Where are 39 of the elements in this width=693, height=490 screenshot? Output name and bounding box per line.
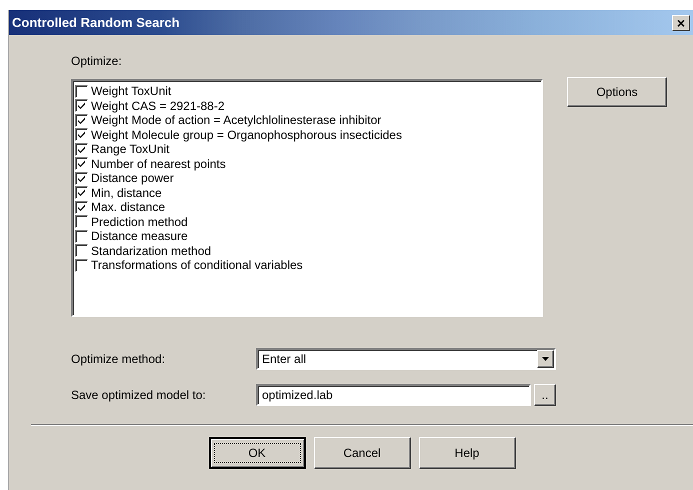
dropdown-value: Enter all <box>262 351 306 368</box>
checkbox[interactable] <box>75 186 88 200</box>
checkbox-list[interactable] <box>71 79 543 317</box>
dialog-button[interactable]: Help <box>418 437 516 469</box>
checkbox-label: Distance measure <box>91 228 188 246</box>
window-title: Controlled Random Search <box>12 14 180 32</box>
close-button[interactable]: × <box>672 14 690 30</box>
checkbox-label: Distance power <box>91 170 174 188</box>
checkbox-label: Transformations of conditional variables <box>91 257 303 274</box>
browse-button[interactable]: .. <box>534 384 556 406</box>
checkbox[interactable] <box>75 142 88 156</box>
checkbox[interactable] <box>75 128 88 142</box>
dialog-button[interactable]: Cancel <box>314 437 410 469</box>
field-label: Optimize: <box>71 53 123 70</box>
checkbox[interactable] <box>75 99 88 112</box>
checkbox-label: Weight Mode of action = Acetylchlolinesterase inhibitor <box>91 112 382 130</box>
checkbox-label: Number of nearest points <box>91 156 226 173</box>
field-label: Save optimized model to: <box>71 387 207 404</box>
input-field[interactable]: optimized.lab <box>256 384 531 406</box>
checkbox[interactable] <box>75 114 88 127</box>
checkbox-label: Weight Molecule group = Organophosphorous insecticides <box>91 126 402 144</box>
checkbox-label: Min, distance <box>91 184 162 202</box>
options-button[interactable]: Options <box>567 77 667 107</box>
field-label: Optimize method: <box>71 351 166 368</box>
dialog-button[interactable]: OK <box>208 437 306 469</box>
checkbox[interactable] <box>75 84 88 98</box>
checkbox-label: Range ToxUnit <box>91 142 170 158</box>
checkbox[interactable] <box>75 230 88 243</box>
checkbox[interactable] <box>75 244 88 258</box>
checkbox-label: Weight ToxUnit <box>91 83 172 100</box>
checkbox[interactable] <box>75 172 88 185</box>
checkbox-label: Prediction method <box>91 214 188 231</box>
checkbox[interactable] <box>75 157 88 170</box>
dropdown[interactable]: Enter all <box>256 348 556 370</box>
checkbox-label: Max. distance <box>91 199 166 216</box>
checkbox[interactable] <box>75 215 88 228</box>
checkbox[interactable] <box>75 200 88 214</box>
checkbox-label: Standarization method <box>91 242 212 260</box>
checkbox-label: Weight CAS = 2921-88-2 <box>91 98 225 115</box>
